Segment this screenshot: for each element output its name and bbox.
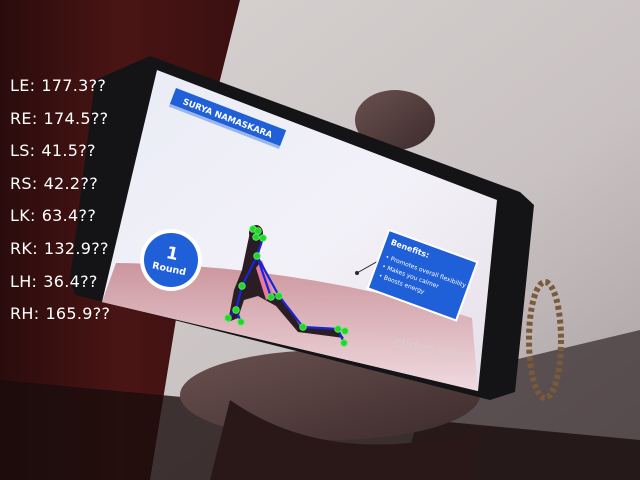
angle-row-right-knee: RK: 132.9?? xyxy=(10,237,110,270)
angle-row-left-elbow: LE: 177.3?? xyxy=(10,74,110,107)
angle-label: RE: xyxy=(10,108,38,128)
angle-value: 174.5?? xyxy=(43,108,109,128)
keypoint xyxy=(238,282,246,290)
angle-label: RH: xyxy=(10,304,40,324)
keypoint xyxy=(224,314,232,322)
angle-label: LK: xyxy=(10,206,36,226)
keypoint xyxy=(334,325,342,333)
angle-row-left-knee: LK: 63.4?? xyxy=(10,204,110,237)
angle-value: 177.3?? xyxy=(41,76,107,95)
keypoint xyxy=(237,318,245,326)
angle-value: 63.4?? xyxy=(41,206,97,226)
keypoint xyxy=(299,323,307,331)
keypoint xyxy=(232,306,240,314)
angle-label: LS: xyxy=(10,141,36,161)
keypoint xyxy=(259,234,267,242)
angle-row-right-shoulder: RS: 42.2?? xyxy=(10,172,110,205)
angle-value: 41.5?? xyxy=(41,141,96,161)
benefits-pointer-dot xyxy=(355,271,359,275)
keypoint xyxy=(254,227,262,235)
keypoint xyxy=(253,252,261,260)
angle-row-left-hip: LH: 36.4?? xyxy=(10,270,110,303)
keypoint xyxy=(340,339,348,347)
angle-label: RK: xyxy=(10,238,38,258)
keypoint xyxy=(267,293,275,301)
angle-value: 165.9?? xyxy=(45,304,111,324)
angle-value: 36.4?? xyxy=(43,271,98,291)
angle-value: 132.9?? xyxy=(43,238,109,258)
angle-label: LH: xyxy=(10,271,38,291)
keypoint xyxy=(341,327,349,335)
joint-angle-readout: LE: 177.3?? RE: 174.5?? LS: 41.5?? RS: 42.2?… xyxy=(10,74,110,335)
round-badge: 1 Round xyxy=(140,229,202,291)
angle-value: 42.2?? xyxy=(43,173,98,193)
angle-row-right-hip: RH: 165.9?? xyxy=(10,302,110,335)
angle-row-left-shoulder: LS: 41.5?? xyxy=(10,139,110,172)
angle-label: RS: xyxy=(10,173,38,193)
keypoint xyxy=(252,233,260,241)
keypoint xyxy=(275,292,283,300)
angle-label: LE: xyxy=(10,76,36,95)
angle-row-right-elbow: RE: 174.5?? xyxy=(10,107,110,140)
